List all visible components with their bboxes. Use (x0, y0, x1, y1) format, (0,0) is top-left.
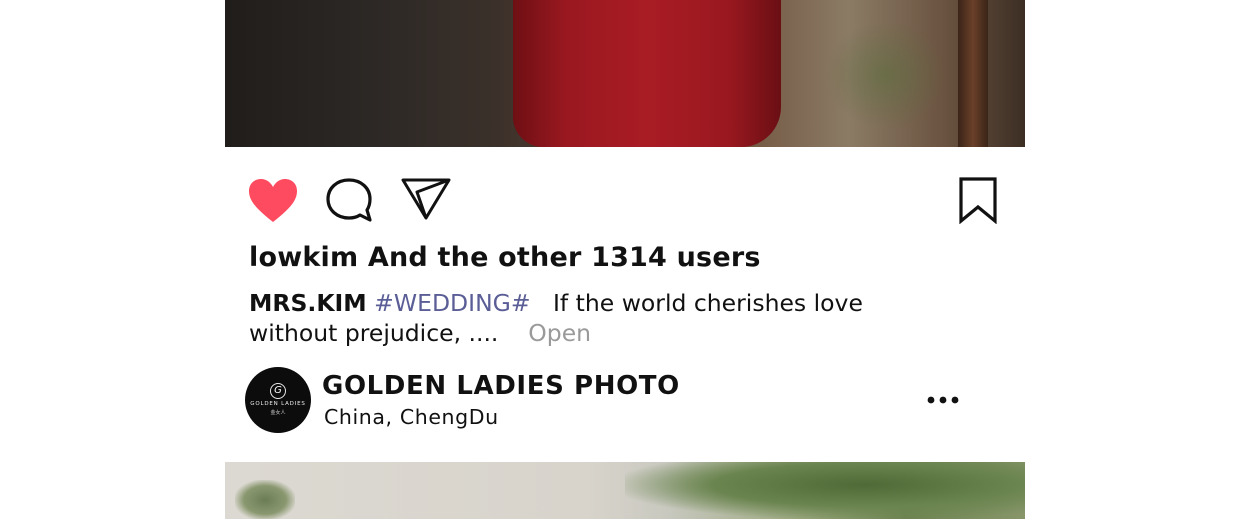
bookmark-icon[interactable] (957, 176, 999, 224)
photo-red-dress (513, 0, 781, 147)
logo-mark-icon: G (270, 383, 286, 399)
post-caption: MRS.KIM #WEDDING# If the world cherishes… (249, 288, 949, 348)
avatar[interactable]: G GOLDEN LADIES 金女人 (245, 367, 311, 433)
avatar-logo-subtext: 金女人 (270, 410, 286, 416)
caption-author[interactable]: MRS.KIM (249, 289, 367, 317)
speech-bubble-icon[interactable] (325, 177, 373, 223)
paper-plane-icon[interactable] (400, 175, 452, 221)
post-photo-next (225, 462, 1025, 519)
location-city: ChengDu (399, 405, 499, 429)
photo-tree-left (235, 480, 295, 519)
avatar-logo-text: GOLDEN LADIES (250, 401, 306, 407)
photo-wooden-post (958, 0, 988, 147)
likes-summary[interactable]: lowkim And the other 1314 users (249, 242, 761, 273)
location-country: China, (324, 405, 393, 429)
account-location: China, ChengDu (324, 405, 499, 429)
more-dots-icon[interactable] (926, 391, 960, 409)
heart-icon[interactable] (247, 177, 299, 225)
photo-tree-right (625, 462, 1025, 519)
account-name[interactable]: GOLDEN LADIES PHOTO (322, 371, 680, 401)
post-photo-top (225, 0, 1025, 147)
caption-open-link[interactable]: Open (528, 319, 591, 347)
caption-hashtag[interactable]: #WEDDING# (374, 289, 530, 317)
photo-foliage (825, 20, 945, 130)
